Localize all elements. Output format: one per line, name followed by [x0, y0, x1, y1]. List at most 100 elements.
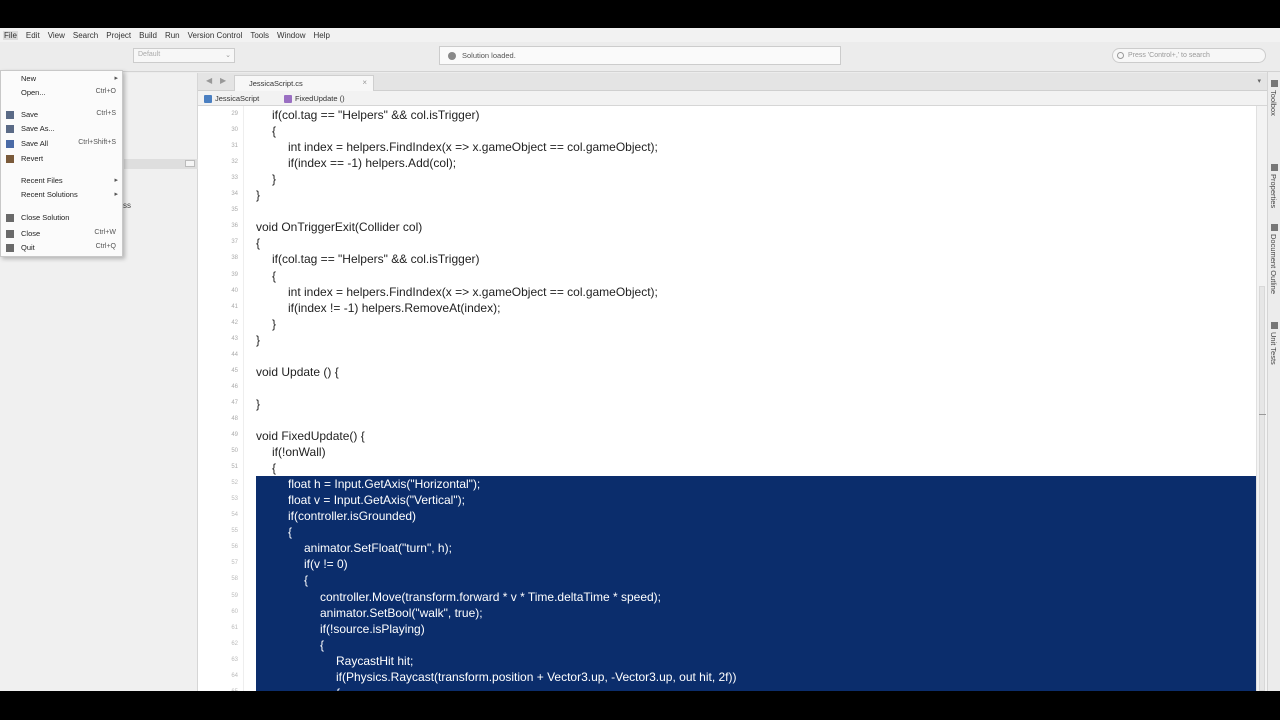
code-line[interactable]: 43} [198, 332, 1256, 348]
line-number: 38 [231, 255, 238, 262]
menu-edit[interactable]: Edit [26, 31, 40, 40]
code-line[interactable]: 39 { [198, 268, 1256, 284]
code-line[interactable]: 38 if(col.tag == "Helpers" && col.isTrigg… [198, 251, 1256, 267]
configuration-select[interactable]: Default ⌄ [133, 48, 235, 63]
file-menu-recent-solutions[interactable]: Recent Solutions ▸ [1, 189, 122, 201]
code-line[interactable]: 53 float v = Input.GetAxis("Vertical"); [198, 492, 1256, 508]
code-line[interactable]: 29 if(col.tag == "Helpers" && col.isTrigg… [198, 107, 1256, 123]
code-line[interactable]: 56 animator.SetFloat("turn", h); [198, 540, 1256, 556]
file-menu-new[interactable]: New ▸ [1, 73, 122, 85]
menu-window[interactable]: Window [277, 31, 305, 40]
method-icon [284, 94, 292, 103]
code-line[interactable]: 61 if(!source.isPlaying) [198, 621, 1256, 637]
code-text: { [272, 461, 277, 476]
code-line[interactable]: 46 [198, 380, 1256, 396]
line-number: 58 [231, 576, 238, 583]
file-menu-quit[interactable]: Quit Ctrl+Q [1, 242, 122, 254]
unit-tests-icon[interactable] [1271, 322, 1278, 329]
pad-tab-document-outline[interactable]: Document Outline [1269, 234, 1278, 294]
file-menu-close-solution[interactable]: Close Solution [1, 212, 122, 224]
line-number: 44 [231, 351, 238, 358]
scrollbar-thumb[interactable] [1259, 286, 1265, 691]
file-menu-revert[interactable]: Revert [1, 153, 122, 165]
code-line[interactable]: 55 { [198, 524, 1256, 540]
search-icon [1117, 52, 1124, 59]
pad-tab-properties[interactable]: Properties [1269, 174, 1278, 208]
code-line[interactable]: 62 { [198, 637, 1256, 653]
pad-tab-toolbox[interactable]: Toolbox [1269, 90, 1278, 116]
menu-tools[interactable]: Tools [250, 31, 269, 40]
code-line[interactable]: 60 animator.SetBool("walk", true); [198, 605, 1256, 621]
toolbox-icon[interactable] [1271, 80, 1278, 87]
tab-scroll-left-icon[interactable]: ◀ [206, 76, 212, 85]
file-menu-save[interactable]: Save Ctrl+S [1, 109, 122, 121]
editor-scrollbar[interactable] [1256, 106, 1267, 691]
code-line[interactable]: 32 if(index == -1) helpers.Add(col); [198, 155, 1256, 171]
code-line[interactable]: 45 void Update () { [198, 364, 1256, 380]
code-line[interactable]: 54 if(controller.isGrounded) [198, 508, 1256, 524]
code-text: if(index != -1) helpers.RemoveAt(index); [288, 300, 501, 315]
code-line[interactable]: 36 void OnTriggerExit(Collider col) [198, 219, 1256, 235]
code-line[interactable]: 51 { [198, 460, 1256, 476]
menu-help[interactable]: Help [313, 31, 329, 40]
code-line[interactable]: 40 int index = helpers.FindIndex(x => x.g… [198, 284, 1256, 300]
code-line[interactable]: 57 if(v != 0) [198, 556, 1256, 572]
menu-run[interactable]: Run [165, 31, 180, 40]
pad-options-button[interactable] [185, 160, 195, 167]
code-text: { [256, 236, 261, 251]
file-menu-open[interactable]: Open... Ctrl+O [1, 87, 122, 99]
ide-window: File Edit View Search Project Build Run Version… [0, 28, 1280, 691]
code-line[interactable]: 64 if(Physics.Raycast(transform.position … [198, 669, 1256, 685]
file-menu-recent-files[interactable]: Recent Files ▸ [1, 175, 122, 187]
code-editor[interactable]: 29 if(col.tag == "Helpers" && col.isTrigg… [198, 106, 1256, 691]
close-icon[interactable]: × [362, 78, 367, 87]
code-line[interactable]: 47} [198, 396, 1256, 412]
code-line[interactable]: 44 [198, 348, 1256, 364]
tab-list-icon[interactable]: ▾ [1257, 77, 1261, 85]
code-text: if(v != 0) [304, 557, 348, 572]
search-input[interactable]: Press 'Control+,' to search [1112, 48, 1266, 63]
close-solution-icon [6, 214, 14, 222]
code-text: if(!source.isPlaying) [320, 621, 425, 636]
code-line[interactable]: 52 float h = Input.GetAxis("Horizontal"); [198, 476, 1256, 492]
menu-view[interactable]: View [48, 31, 65, 40]
menu-file[interactable]: File [3, 30, 18, 40]
code-line[interactable]: 31 int index = helpers.FindIndex(x => x.g… [198, 139, 1256, 155]
line-number: 60 [231, 608, 238, 615]
code-line[interactable]: 50 if(!onWall) [198, 444, 1256, 460]
code-line[interactable]: 37 { [198, 235, 1256, 251]
code-line[interactable]: 49 void FixedUpdate() { [198, 428, 1256, 444]
breadcrumb-class[interactable]: JessicaScript [204, 94, 259, 103]
right-pad-bar: Toolbox Properties Document Outline Unit Te… [1267, 72, 1280, 691]
code-line[interactable]: 33} [198, 171, 1256, 187]
code-line[interactable]: 41 if(index != -1) helpers.RemoveAt(index… [198, 300, 1256, 316]
file-menu-save-all[interactable]: Save All Ctrl+Shift+S [1, 138, 122, 150]
code-line[interactable]: 35 [198, 203, 1256, 219]
code-line[interactable]: 30 { [198, 123, 1256, 139]
code-line[interactable]: 48 [198, 412, 1256, 428]
pad-tab-unit-tests[interactable]: Unit Tests [1269, 332, 1278, 365]
code-line[interactable]: 42} [198, 316, 1256, 332]
solution-pad-header[interactable] [124, 159, 198, 169]
solution-tree-fragment: ss [123, 201, 131, 210]
menu-build[interactable]: Build [139, 31, 157, 40]
menu-search[interactable]: Search [73, 31, 98, 40]
code-text: void Update () { [256, 364, 339, 379]
code-line[interactable]: 59 controller.Move(transform.forward * v … [198, 589, 1256, 605]
file-menu-shortcut: Ctrl+Shift+S [78, 139, 116, 146]
code-line[interactable]: 34} [198, 187, 1256, 203]
document-outline-icon[interactable] [1271, 224, 1278, 231]
properties-icon[interactable] [1271, 164, 1278, 171]
menu-project[interactable]: Project [106, 31, 131, 40]
code-line[interactable]: 58 { [198, 572, 1256, 588]
menu-version-control[interactable]: Version Control [188, 31, 243, 40]
file-menu-save-as[interactable]: Save As... [1, 123, 122, 135]
code-text: if(col.tag == "Helpers" && col.isTrigger… [272, 108, 480, 122]
breadcrumb-method[interactable]: FixedUpdate () [284, 94, 345, 103]
tab-jessicascript[interactable]: JessicaScript.cs × [234, 75, 374, 91]
code-line[interactable]: 63 RaycastHit hit; [198, 653, 1256, 669]
file-menu-label: New [21, 74, 37, 83]
file-menu-close[interactable]: Close Ctrl+W [1, 228, 122, 240]
tab-scroll-right-icon[interactable]: ▶ [220, 76, 226, 85]
file-menu-label: Save [21, 110, 39, 119]
